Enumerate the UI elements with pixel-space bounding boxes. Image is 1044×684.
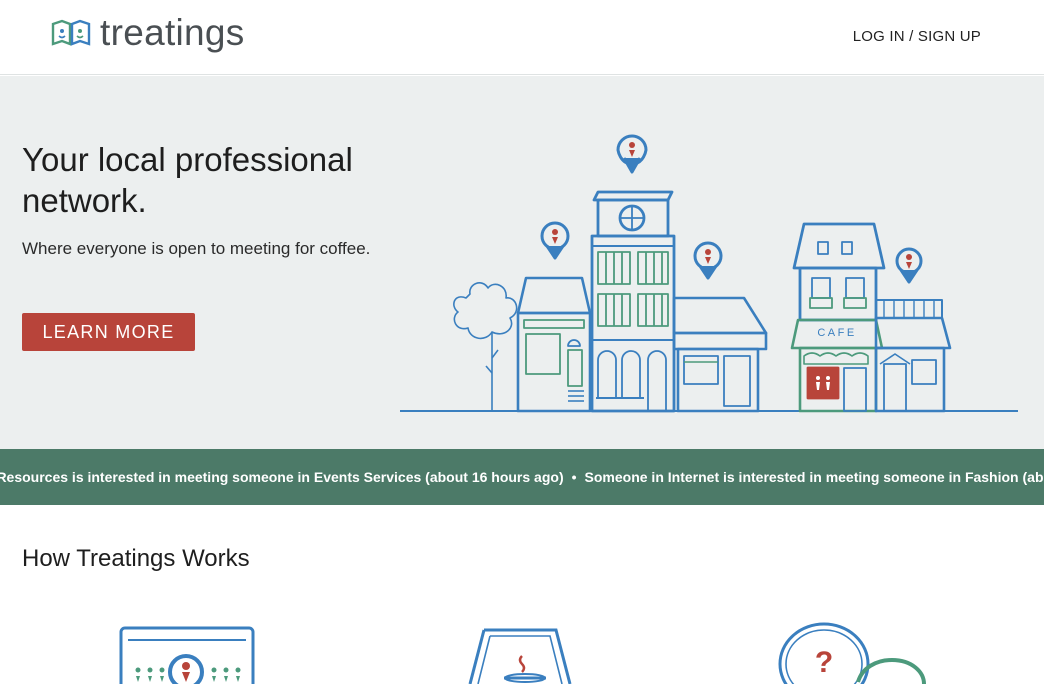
house-left-icon [516, 276, 592, 413]
ticker-item: Someone in Internet is interested in mee… [584, 469, 1044, 485]
ticker-separator: • [571, 469, 577, 485]
map-pin-icon [693, 241, 723, 280]
ticker-item: n Resources is interested in meeting som… [0, 469, 564, 485]
brand-logo[interactable]: treatings [50, 14, 245, 51]
brand-name: treatings [100, 12, 245, 53]
map-pin-icon [540, 221, 570, 260]
tower-building-icon [590, 190, 676, 413]
map-pin-icon [895, 247, 923, 284]
profile-card-icon [119, 626, 255, 684]
activity-ticker: n Resources is interested in meeting som… [0, 449, 1044, 505]
house-right-icon [874, 299, 952, 413]
cafe-building-icon: CAFE [790, 222, 886, 413]
site-header: treatings LOG IN / SIGN UP [0, 0, 1044, 75]
hero-title: Your local professional network. [22, 141, 353, 219]
hero-subtitle: Where everyone is open to meeting for co… [22, 239, 371, 258]
learn-more-button[interactable]: LEARN MORE [22, 313, 195, 351]
logo-icon [51, 19, 91, 46]
question-mark: ? [815, 646, 833, 679]
map-pin-icon [616, 134, 648, 174]
tree-icon [453, 282, 518, 411]
cafe-sign: CAFE [817, 327, 856, 339]
ticker-text: n Resources is interested in meeting som… [0, 469, 1044, 485]
login-signup-link[interactable]: LOG IN / SIGN UP [853, 28, 981, 45]
town-illustration: CAFE [400, 134, 1018, 413]
how-it-works-title: How Treatings Works [22, 545, 250, 572]
coffee-sign-icon [468, 628, 572, 684]
hero-section: Your local professional network. Where e… [0, 76, 1044, 449]
shop-building-icon [672, 296, 768, 413]
question-bubble-icon: ? [778, 622, 926, 684]
